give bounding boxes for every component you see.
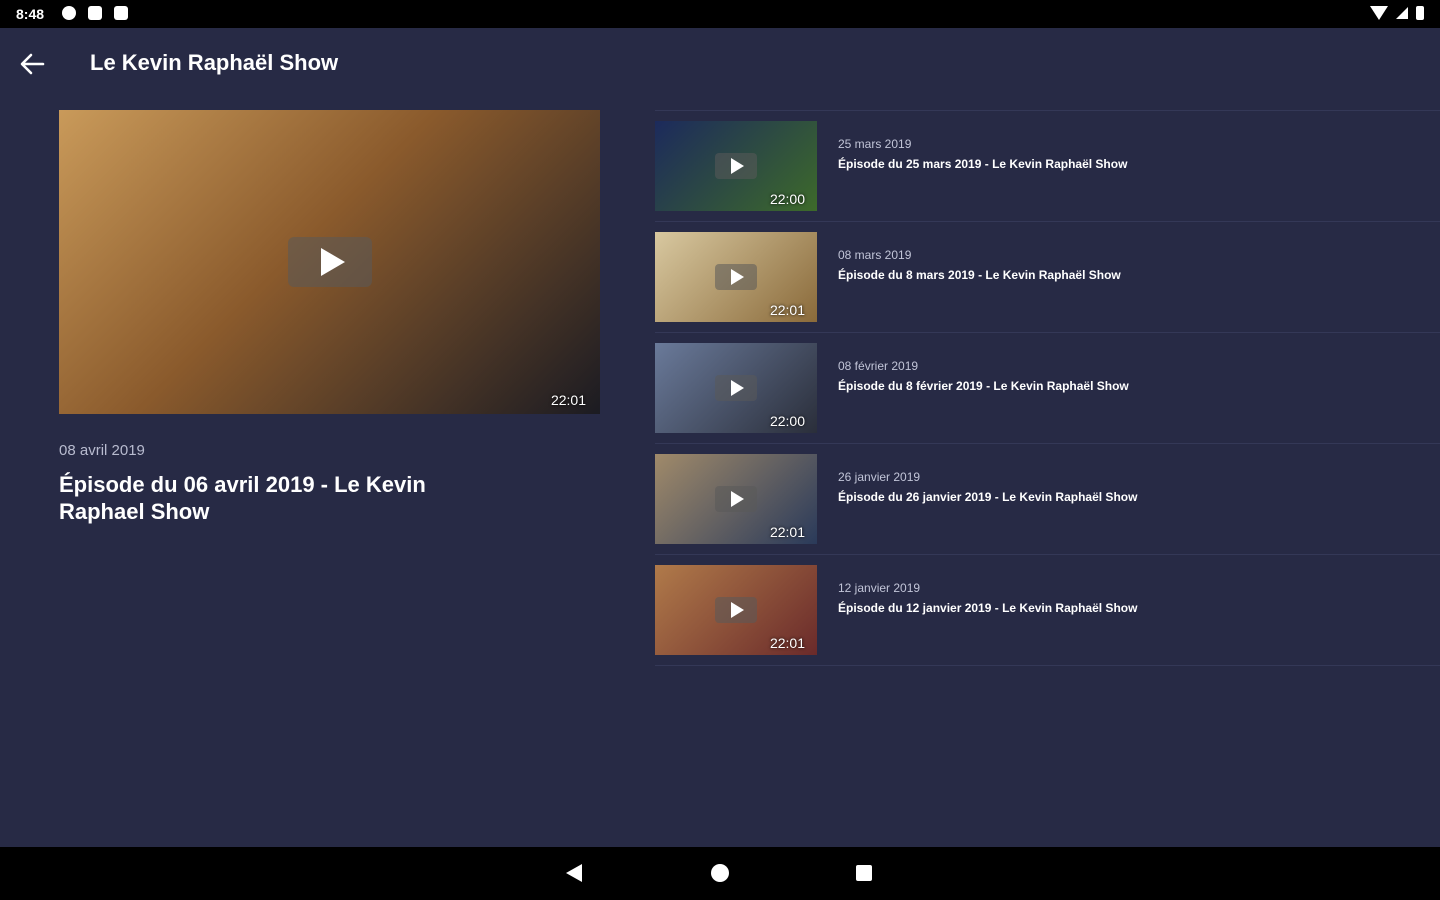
nav-recents-icon[interactable] [856, 865, 872, 881]
duration-label: 22:00 [769, 191, 805, 207]
play-icon[interactable] [715, 153, 757, 179]
episode-date: 26 janvier 2019 [838, 470, 921, 484]
notification-icons [62, 6, 128, 20]
duration-label: 22:01 [769, 524, 805, 540]
episode-date: 12 janvier 2019 [838, 581, 921, 595]
list-item[interactable]: 22:01 12 janvier 2019 Épisode du 12 janv… [655, 554, 1440, 666]
notification-icon [88, 6, 102, 20]
duration-label: 22:00 [769, 413, 805, 429]
battery-icon [1416, 6, 1424, 20]
featured-date: 08 avril 2019 [59, 442, 145, 459]
episode-title: Épisode du 25 mars 2019 - Le Kevin Rapha… [838, 157, 1128, 171]
list-item[interactable]: 22:01 08 mars 2019 Épisode du 8 mars 201… [655, 221, 1440, 332]
episode-title: Épisode du 26 janvier 2019 - Le Kevin Ra… [838, 490, 1138, 504]
play-icon[interactable] [715, 264, 757, 290]
episode-thumbnail[interactable]: 22:00 [655, 121, 817, 211]
play-icon[interactable] [715, 486, 757, 512]
list-item[interactable]: 22:00 25 mars 2019 Épisode du 25 mars 20… [655, 110, 1440, 221]
play-icon[interactable] [287, 237, 372, 287]
duration-label: 22:01 [550, 392, 586, 408]
nav-back-icon[interactable] [566, 864, 582, 882]
duration-label: 22:01 [769, 635, 805, 651]
app-bar: Le Kevin Raphaël Show [0, 28, 1440, 100]
nav-home-icon[interactable] [711, 864, 729, 882]
play-icon[interactable] [715, 375, 757, 401]
episode-date: 08 février 2019 [838, 359, 919, 373]
featured-episode[interactable]: 22:01 08 avril 2019 Épisode du 06 avril … [59, 110, 600, 525]
status-bar: 8:48 [0, 0, 1440, 28]
system-icons [1370, 6, 1424, 20]
episode-date: 08 mars 2019 [838, 248, 912, 262]
play-icon[interactable] [715, 597, 757, 623]
episode-title: Épisode du 12 janvier 2019 - Le Kevin Ra… [838, 601, 1138, 615]
episode-date: 25 mars 2019 [838, 137, 912, 151]
sd-card-icon [114, 6, 128, 20]
episode-title: Épisode du 8 mars 2019 - Le Kevin Raphaë… [838, 268, 1121, 282]
settings-icon [62, 6, 76, 20]
arrow-back-icon [20, 53, 45, 75]
signal-icon [1396, 7, 1408, 19]
wifi-icon [1370, 6, 1388, 20]
list-item[interactable]: 22:00 08 février 2019 Épisode du 8 févri… [655, 332, 1440, 443]
episode-thumbnail[interactable]: 22:01 [655, 454, 817, 544]
list-item[interactable]: 22:01 26 janvier 2019 Épisode du 26 janv… [655, 443, 1440, 554]
featured-title[interactable]: Épisode du 06 avril 2019 - Le Kevin Raph… [59, 471, 479, 525]
episode-title: Épisode du 8 février 2019 - Le Kevin Rap… [838, 379, 1129, 393]
featured-thumbnail[interactable]: 22:01 [59, 110, 600, 414]
episode-thumbnail[interactable]: 22:01 [655, 232, 817, 322]
duration-label: 22:01 [769, 302, 805, 318]
back-button[interactable] [14, 46, 50, 82]
page-title: Le Kevin Raphaël Show [90, 50, 339, 75]
episode-thumbnail[interactable]: 22:01 [655, 565, 817, 655]
navigation-bar [0, 847, 1440, 900]
episode-thumbnail[interactable]: 22:00 [655, 343, 817, 433]
episode-list: 22:00 25 mars 2019 Épisode du 25 mars 20… [655, 110, 1440, 666]
status-time: 8:48 [16, 6, 45, 22]
